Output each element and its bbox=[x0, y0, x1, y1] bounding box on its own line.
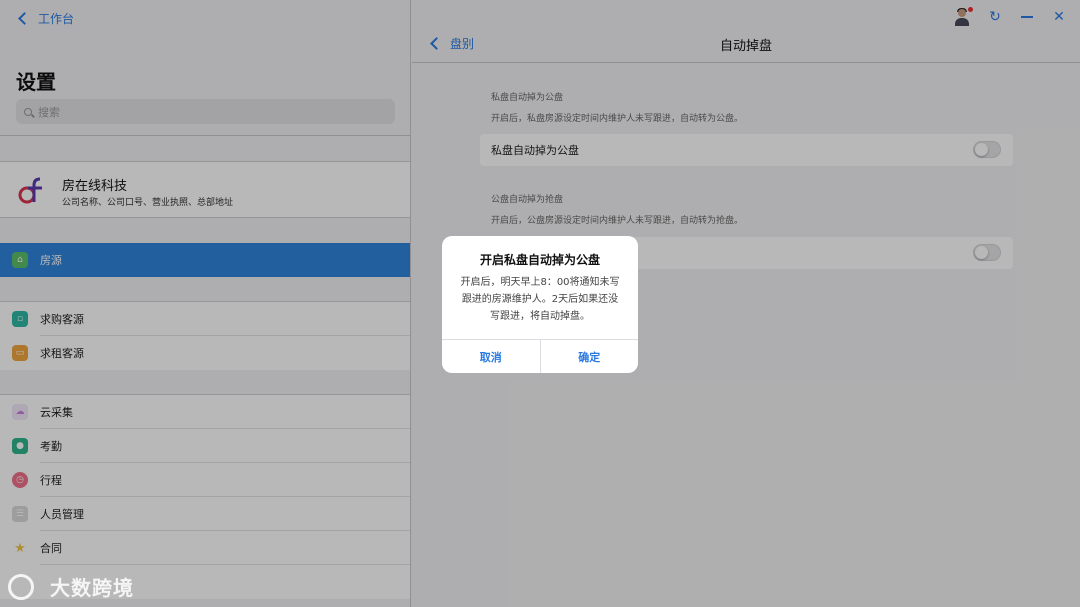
dialog-message: 开启后，明天早上8：00将通知未写跟进的房源维护人。2天后如果还没写跟进，将自动… bbox=[460, 277, 620, 322]
confirm-button[interactable]: 确定 bbox=[539, 340, 639, 373]
dialog-buttons: 取消 确定 bbox=[442, 339, 638, 373]
watermark-text: 大数跨境 bbox=[50, 576, 134, 600]
dialog-title: 开启私盘自动掉为公盘 bbox=[479, 253, 600, 267]
watermark-logo-icon bbox=[8, 573, 34, 600]
confirm-dialog: 开启私盘自动掉为公盘 开启后，明天早上8：00将通知未写跟进的房源维护人。2天后… bbox=[442, 236, 638, 373]
cancel-button[interactable]: 取消 bbox=[442, 340, 540, 373]
watermark: 大数跨境 bbox=[8, 572, 134, 601]
